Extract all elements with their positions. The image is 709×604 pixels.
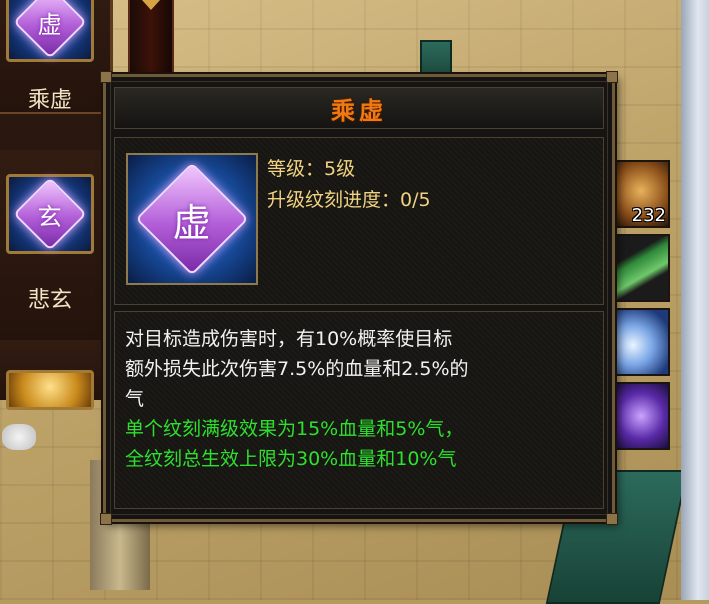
skill-slot[interactable]: 虚 乘虚 [0,0,110,114]
description-line: 对目标造成伤害时，有10%概率使目标 [125,328,453,350]
frame-corner [606,71,618,83]
skill-slot[interactable]: 玄 悲玄 [0,150,110,342]
frame-corner [100,513,112,525]
item-count: 232 [631,205,666,226]
purple-gem-icon: 玄 [13,177,87,251]
skill-stats: 等级：5级 升级纹刻进度：0/5 [267,154,431,216]
description-line: 气 [125,388,145,410]
item-slot-creature[interactable] [612,382,670,450]
skill-name: 悲玄 [27,288,72,313]
gem-glyph: 虚 [172,200,212,245]
skill-icon-large: 虚 [126,153,258,285]
effect-line: 全纹刻总生效上限为30%血量和10%气 [125,448,457,470]
purple-gem-icon: 虚 [13,0,87,59]
skill-list-panel: 虚 乘虚 玄 悲玄 [0,0,113,410]
tooltip-title: 乘虚 [331,95,387,125]
tooltip-description: 对目标造成伤害时，有10%概率使目标 额外损失此次伤害7.5%的血量和2.5%的… [114,311,604,509]
item-slot-food[interactable]: 232 [612,160,670,228]
skill-level: 等级：5级 [267,158,356,180]
frame-corner [100,71,112,83]
purple-gem-icon: 虚 [135,162,249,276]
item-slot-moon[interactable] [612,308,670,376]
gem-glyph: 玄 [38,202,62,231]
item-slot-scroll[interactable] [612,234,670,302]
skill-icon[interactable]: 虚 [6,0,94,62]
skill-slot[interactable] [0,340,110,410]
tooltip-info-section: 虚 等级：5级 升级纹刻进度：0/5 [114,137,604,305]
skill-tooltip: 乘虚 虚 等级：5级 升级纹刻进度：0/5 对目标造成伤害时，有10%概率使目标… [100,71,618,525]
scroll-column[interactable] [128,0,174,75]
frame-corner [606,513,618,525]
item-bar: 232 [612,160,670,455]
tooltip-title-bar: 乘虚 [114,87,604,129]
coin-skill-icon[interactable] [6,370,94,410]
scroll-down-arrow-icon[interactable] [142,0,160,10]
effect-line: 单个纹刻满级效果为15%血量和5%气， [125,418,464,440]
npc-sprite[interactable] [2,424,36,450]
skill-icon[interactable]: 玄 [6,174,94,254]
gem-glyph: 虚 [38,10,62,39]
upgrade-progress: 升级纹刻进度：0/5 [267,189,431,211]
skill-name: 乘虚 [27,88,72,113]
snowy-cliff [681,0,709,600]
description-line: 额外损失此次伤害7.5%的血量和2.5%的 [125,358,469,380]
